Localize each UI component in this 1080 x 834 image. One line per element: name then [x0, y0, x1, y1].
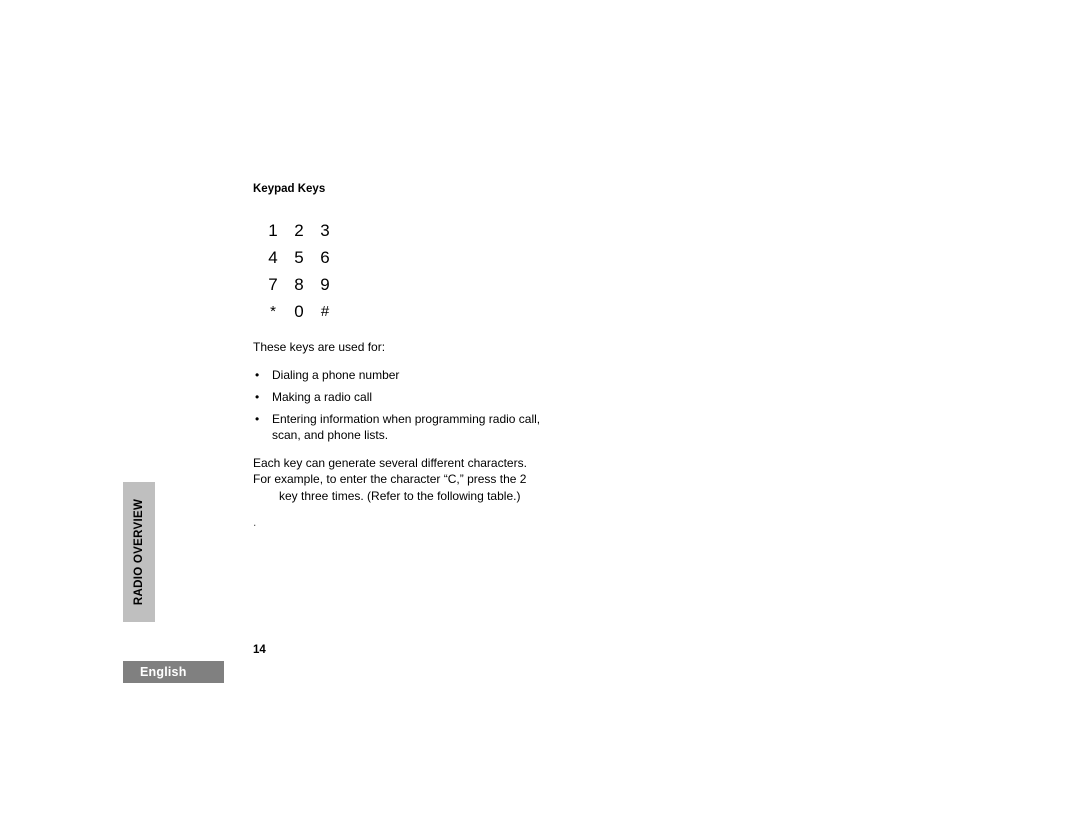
page-number: 14 [253, 644, 266, 656]
keypad-key: 1 [268, 221, 278, 240]
language-tab: English [123, 661, 224, 683]
content-column: Keypad Keys 1 2 3 4 5 6 7 8 9 * 0 # Thes… [253, 182, 553, 529]
keypad-key: * [270, 303, 276, 320]
list-item: • Making a radio call [253, 389, 553, 405]
chapter-tab: RADIO OVERVIEW [123, 482, 155, 622]
keypad-key: 4 [268, 248, 278, 267]
explanation-paragraph: Each key can generate several different … [253, 455, 541, 504]
paragraph-part-after: key three times. (Refer to the following… [279, 488, 521, 503]
keypad-key: 8 [294, 275, 304, 294]
list-item-label: Dialing a phone number [272, 368, 400, 382]
stray-period-mark: . [253, 514, 257, 529]
bullet-icon: • [255, 412, 260, 426]
keypad-key: 9 [320, 275, 330, 294]
keypad-key: 7 [268, 275, 278, 294]
language-tab-label: English [140, 665, 187, 679]
keypad-key: 5 [294, 248, 304, 267]
list-item-label: Making a radio call [272, 390, 373, 404]
intro-text: These keys are used for: [253, 340, 386, 354]
keypad-diagram: 1 2 3 4 5 6 7 8 9 * 0 # [260, 217, 553, 325]
usage-bullet-list: • Dialing a phone number • Making a radi… [253, 367, 553, 443]
keypad-key: 2 [294, 221, 304, 240]
keypad-key: 0 [294, 302, 304, 321]
list-item: • Dialing a phone number [253, 367, 553, 383]
keypad-key: # [320, 303, 330, 320]
list-item-label: Entering information when programming ra… [272, 412, 541, 442]
list-item: • Entering information when programming … [253, 411, 553, 443]
section-heading: Keypad Keys [253, 183, 326, 195]
bullet-icon: • [255, 368, 260, 382]
chapter-tab-label: RADIO OVERVIEW [133, 498, 146, 606]
keypad-key: 3 [320, 221, 330, 240]
paragraph-part-before: Each key can generate several different … [253, 456, 527, 487]
document-page: RADIO OVERVIEW English 14 Keypad Keys 1 … [0, 0, 1080, 834]
keypad-key: 6 [320, 248, 330, 267]
bullet-icon: • [255, 390, 260, 404]
